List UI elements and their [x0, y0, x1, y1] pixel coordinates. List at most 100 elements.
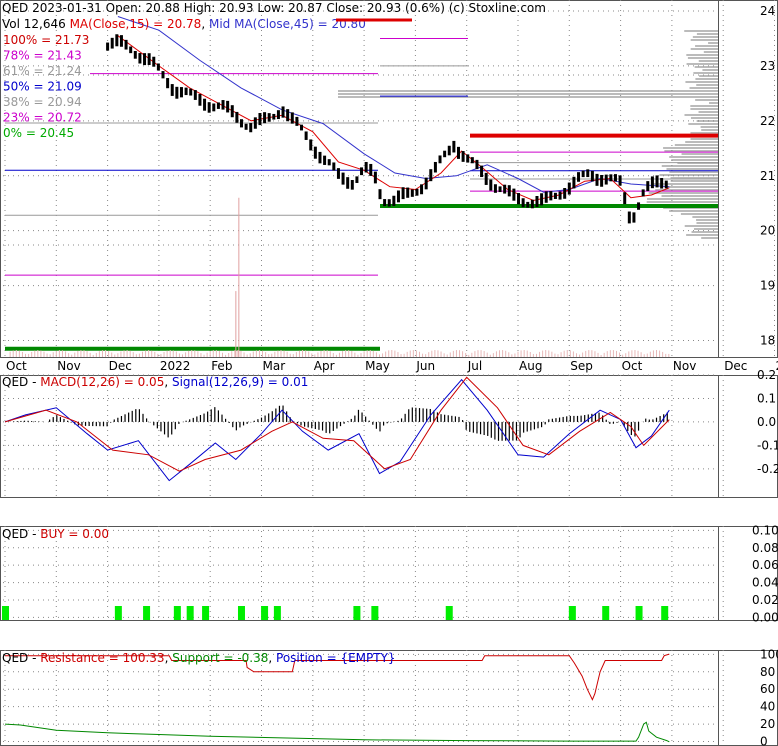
y-tick-label: 0.08 [752, 541, 778, 555]
candle [212, 103, 216, 112]
y-tick-label: 22 [760, 114, 775, 128]
candle [129, 46, 133, 54]
x-tick-label: Nov [673, 359, 696, 373]
volume-profile-bar [708, 42, 718, 44]
candle [207, 102, 211, 113]
buy-signal-bar [173, 606, 181, 620]
buy-signal-bar [2, 606, 9, 620]
volume-profile-bar [709, 102, 718, 104]
candle [179, 87, 183, 98]
volume-profile-bar [696, 222, 718, 224]
x-tick-label: Oct [622, 359, 643, 373]
buy-signal-bar [237, 606, 245, 620]
candle [189, 88, 193, 96]
volume-profile-bar [700, 126, 718, 128]
volume-profile-bar [684, 225, 718, 227]
candle [544, 191, 548, 203]
volume-profile-bar [693, 228, 718, 230]
x-tick-label: Sep [570, 359, 593, 373]
candle [623, 192, 627, 205]
header-quote: QED 2023-01-31 Open: 20.88 High: 20.93 L… [2, 1, 546, 15]
volume-profile-bar [695, 78, 718, 80]
candle [267, 113, 271, 122]
candle [586, 169, 590, 178]
buy-signal-bar [143, 606, 151, 620]
fib-level-label: 78% = 21.43 [3, 49, 82, 63]
candle [198, 94, 202, 106]
candle [304, 131, 308, 140]
buy-signal-bar [602, 606, 610, 620]
x-tick-label: Jul [467, 359, 482, 373]
candle [540, 193, 544, 206]
volume-profile-bar [689, 87, 718, 89]
y-tick-label: 0.0 [757, 415, 776, 429]
candle [590, 170, 594, 182]
volume-profile-bar [696, 120, 718, 122]
volume-profile-bar [691, 231, 718, 233]
candle [184, 87, 188, 96]
candle [360, 167, 364, 176]
candle [166, 78, 170, 89]
candle [470, 157, 474, 164]
candle [235, 111, 239, 123]
fib-level-label: 61% = 21.24 [3, 64, 82, 78]
candle [461, 151, 465, 162]
candle [387, 199, 391, 207]
candle [230, 105, 234, 118]
y-tick-label: 18 [760, 334, 775, 348]
volume-profile-bar [686, 63, 718, 65]
volume-profile-bar [696, 219, 718, 221]
volume-profile-bar [702, 69, 718, 71]
volume-profile-bar [693, 72, 718, 74]
volume-profile-bar [685, 81, 718, 83]
candle [355, 176, 359, 183]
candle [364, 161, 368, 173]
candle [443, 150, 447, 158]
candle [272, 113, 276, 120]
candle [124, 39, 128, 50]
volume-profile-bar [338, 90, 718, 92]
x-tick-label: Nov [57, 359, 80, 373]
volume-profile-bar [690, 105, 718, 107]
macd-title: QED - MACD(12,26) = 0.05, Signal(12,26,9… [2, 375, 308, 389]
y-tick-label: 20 [760, 717, 775, 731]
y-tick-label: 100 [760, 647, 778, 661]
candle [332, 162, 336, 171]
candle [627, 211, 631, 224]
candle [226, 100, 230, 113]
candle [517, 193, 521, 205]
candle [138, 53, 142, 64]
y-tick-label: 0.06 [752, 558, 778, 572]
volume-profile-bar [670, 180, 718, 182]
x-tick-label: 2022 [160, 359, 191, 373]
candle [175, 86, 179, 99]
candle [452, 140, 456, 153]
candle [650, 176, 654, 189]
candle [420, 184, 424, 195]
candle [216, 102, 220, 109]
candle [526, 201, 530, 208]
y-tick-label: -0.1 [757, 438, 778, 452]
x-tick-label: Apr [314, 359, 335, 373]
candle [350, 180, 354, 190]
candle [396, 190, 400, 203]
candle [632, 212, 636, 223]
y-tick-label: 0.00 [752, 610, 778, 624]
candle [572, 176, 576, 189]
candle [258, 113, 262, 126]
x-tick-label: Dec [109, 359, 132, 373]
volume-profile-bar [692, 36, 718, 38]
x-tick-label: Jun [415, 359, 435, 373]
volume-profile-bar [687, 57, 718, 59]
volume-profile-bar [698, 60, 718, 62]
volume-profile-bar [703, 51, 718, 53]
volume-profile-bar [681, 153, 718, 155]
candle [281, 106, 285, 118]
y-tick-label: 40 [760, 700, 775, 714]
candle [553, 192, 557, 199]
y-tick-label: 24 [760, 4, 775, 18]
candle [424, 177, 428, 190]
candle [429, 169, 433, 182]
candle [170, 84, 174, 96]
volume-profile-bar [646, 201, 718, 203]
